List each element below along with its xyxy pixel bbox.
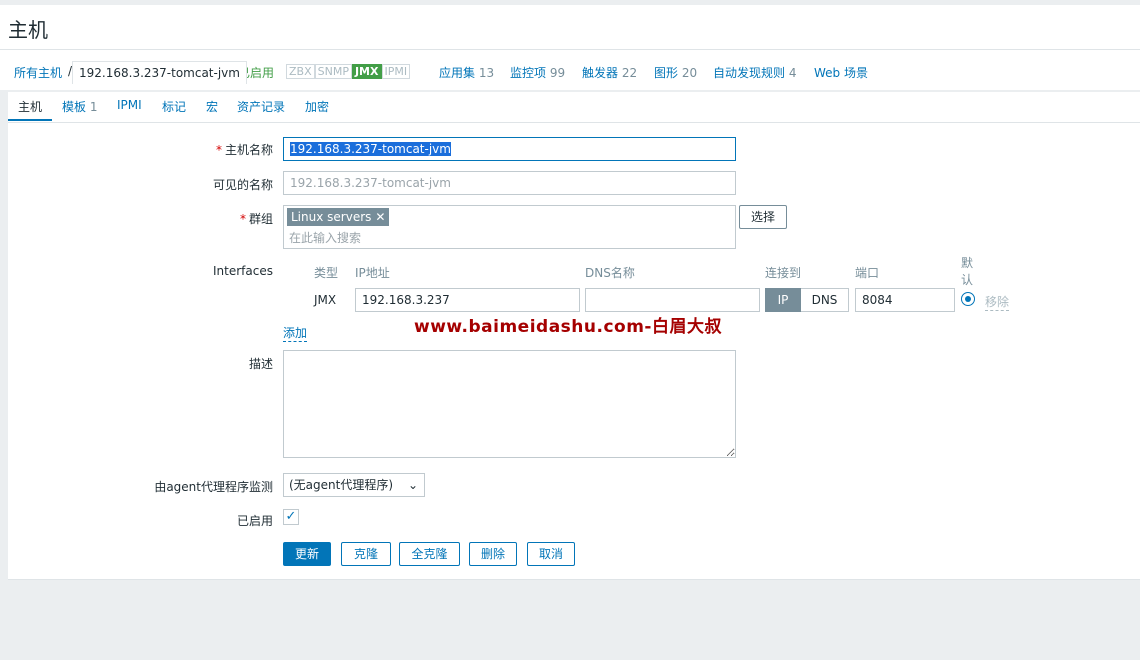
- nav-items-count: 99: [549, 66, 566, 80]
- groups-label: * 群组: [8, 210, 273, 227]
- proxy-select-value: (无agent代理程序): [289, 478, 394, 492]
- host-form-tabs: 主机 模板 1 IPMI 标记 宏 资产记录 加密: [8, 92, 1140, 123]
- iface-dns-input[interactable]: [585, 288, 760, 312]
- group-chip: Linux servers ✕: [287, 208, 390, 226]
- iface-connect-toggle: IP DNS: [765, 288, 849, 312]
- remove-chip-icon[interactable]: ✕: [375, 210, 385, 224]
- page-header: 主机: [0, 5, 1140, 50]
- visible-name-placeholder: 192.168.3.237-tomcat-jvm: [290, 176, 451, 190]
- tab-macros[interactable]: 宏: [206, 98, 218, 115]
- full-clone-button[interactable]: 全克隆: [399, 542, 460, 566]
- nav-triggers-label[interactable]: 触发器: [582, 66, 618, 80]
- proxy-label: 由agent代理程序监测: [154, 480, 273, 494]
- description-textarea[interactable]: [283, 350, 736, 458]
- update-button[interactable]: 更新: [283, 542, 331, 566]
- nav-items-label[interactable]: 监控项: [510, 66, 546, 80]
- nav-triggers[interactable]: 触发器 22: [582, 64, 637, 81]
- clone-button[interactable]: 克隆: [341, 542, 391, 566]
- breadcrumb-current-host[interactable]: 192.168.3.237-tomcat-jvm: [72, 61, 247, 84]
- checkmark-icon: ✓: [285, 509, 297, 524]
- availability-snmp: SNMP: [314, 64, 352, 79]
- iface-type: JMX: [314, 293, 337, 307]
- host-form: * 主机名称 192.168.3.237-tomcat-jvm 可见的名称 192…: [8, 123, 1140, 580]
- nav-applications-count: 13: [478, 66, 495, 80]
- select-groups-button[interactable]: 选择: [739, 205, 787, 229]
- group-search-placeholder: 在此输入搜索: [289, 231, 362, 245]
- enabled-checkbox[interactable]: ✓: [283, 509, 299, 525]
- group-chip-label: Linux servers: [291, 210, 372, 224]
- nav-graphs[interactable]: 图形 20: [654, 64, 697, 81]
- nav-graphs-label[interactable]: 图形: [654, 66, 678, 80]
- availability-badges: ZBX SNMP JMX IPMI: [286, 64, 411, 79]
- nav-items[interactable]: 监控项 99: [510, 64, 565, 81]
- iface-header-default-2: 认: [961, 273, 974, 287]
- tab-templates-label[interactable]: 模板: [62, 100, 86, 114]
- tab-templates-count: 1: [89, 100, 98, 114]
- cancel-button[interactable]: 取消: [527, 542, 575, 566]
- nav-applications[interactable]: 应用集 13: [439, 64, 494, 81]
- nav-discovery-rules[interactable]: 自动发现规则 4: [713, 64, 796, 81]
- nav-applications-label[interactable]: 应用集: [439, 66, 475, 80]
- tab-encryption[interactable]: 加密: [305, 98, 329, 115]
- enabled-label: 已启用: [236, 514, 273, 528]
- delete-button[interactable]: 删除: [469, 542, 517, 566]
- page-title: 主机: [8, 18, 48, 42]
- nav-graphs-count: 20: [681, 66, 698, 80]
- iface-port-input[interactable]: 8084: [855, 288, 955, 312]
- host-name-label-text: 主机名称: [224, 143, 273, 157]
- iface-remove-link[interactable]: 移除: [985, 293, 1010, 311]
- iface-header-dns: DNS名称: [585, 266, 635, 280]
- nav-discovery-rules-label[interactable]: 自动发现规则: [713, 66, 785, 80]
- add-interface-link[interactable]: 添加: [283, 324, 308, 342]
- visible-name-label: 可见的名称: [212, 178, 273, 192]
- required-marker: *: [239, 212, 246, 226]
- iface-header-type: 类型: [314, 266, 339, 280]
- host-name-value: 192.168.3.237-tomcat-jvm: [290, 142, 451, 156]
- required-marker: *: [215, 143, 222, 157]
- nav-discovery-rules-count: 4: [788, 66, 797, 80]
- availability-ipmi: IPMI: [381, 64, 411, 79]
- description-label: 描述: [248, 357, 273, 371]
- watermark-text: www.baimeidashu.com-白眉大叔: [414, 317, 722, 337]
- active-tab-indicator: [8, 119, 52, 121]
- tab-host[interactable]: 主机: [18, 98, 42, 115]
- tab-templates[interactable]: 模板 1: [62, 98, 97, 115]
- host-name-label: * 主机名称: [8, 141, 273, 158]
- groups-multiselect[interactable]: Linux servers ✕ 在此输入搜索: [283, 205, 736, 249]
- iface-header-connect: 连接到: [765, 266, 802, 280]
- proxy-select[interactable]: (无agent代理程序) ⌄: [283, 473, 425, 497]
- tab-inventory[interactable]: 资产记录: [237, 98, 285, 115]
- iface-header-default-1: 默: [961, 256, 974, 270]
- iface-ip-input[interactable]: 192.168.3.237: [355, 288, 580, 312]
- tab-ipmi[interactable]: IPMI: [117, 98, 142, 112]
- tab-tags[interactable]: 标记: [162, 98, 186, 115]
- host-name-input[interactable]: 192.168.3.237-tomcat-jvm: [283, 137, 736, 161]
- nav-triggers-count: 22: [621, 66, 638, 80]
- availability-zbx: ZBX: [286, 64, 315, 79]
- connect-ip-button[interactable]: IP: [765, 288, 801, 312]
- iface-default-radio[interactable]: [961, 292, 975, 306]
- availability-jmx: JMX: [351, 64, 382, 79]
- connect-dns-button[interactable]: DNS: [801, 288, 849, 312]
- nav-web-scenarios[interactable]: Web 场景: [814, 64, 868, 81]
- iface-header-ip: IP地址: [355, 266, 390, 280]
- interfaces-label: Interfaces: [213, 264, 273, 278]
- chevron-down-icon: ⌄: [407, 478, 418, 492]
- groups-label-text: 群组: [248, 212, 273, 226]
- iface-header-port: 端口: [855, 266, 880, 280]
- breadcrumb-all-hosts[interactable]: 所有主机: [14, 64, 62, 81]
- visible-name-input[interactable]: 192.168.3.237-tomcat-jvm: [283, 171, 736, 195]
